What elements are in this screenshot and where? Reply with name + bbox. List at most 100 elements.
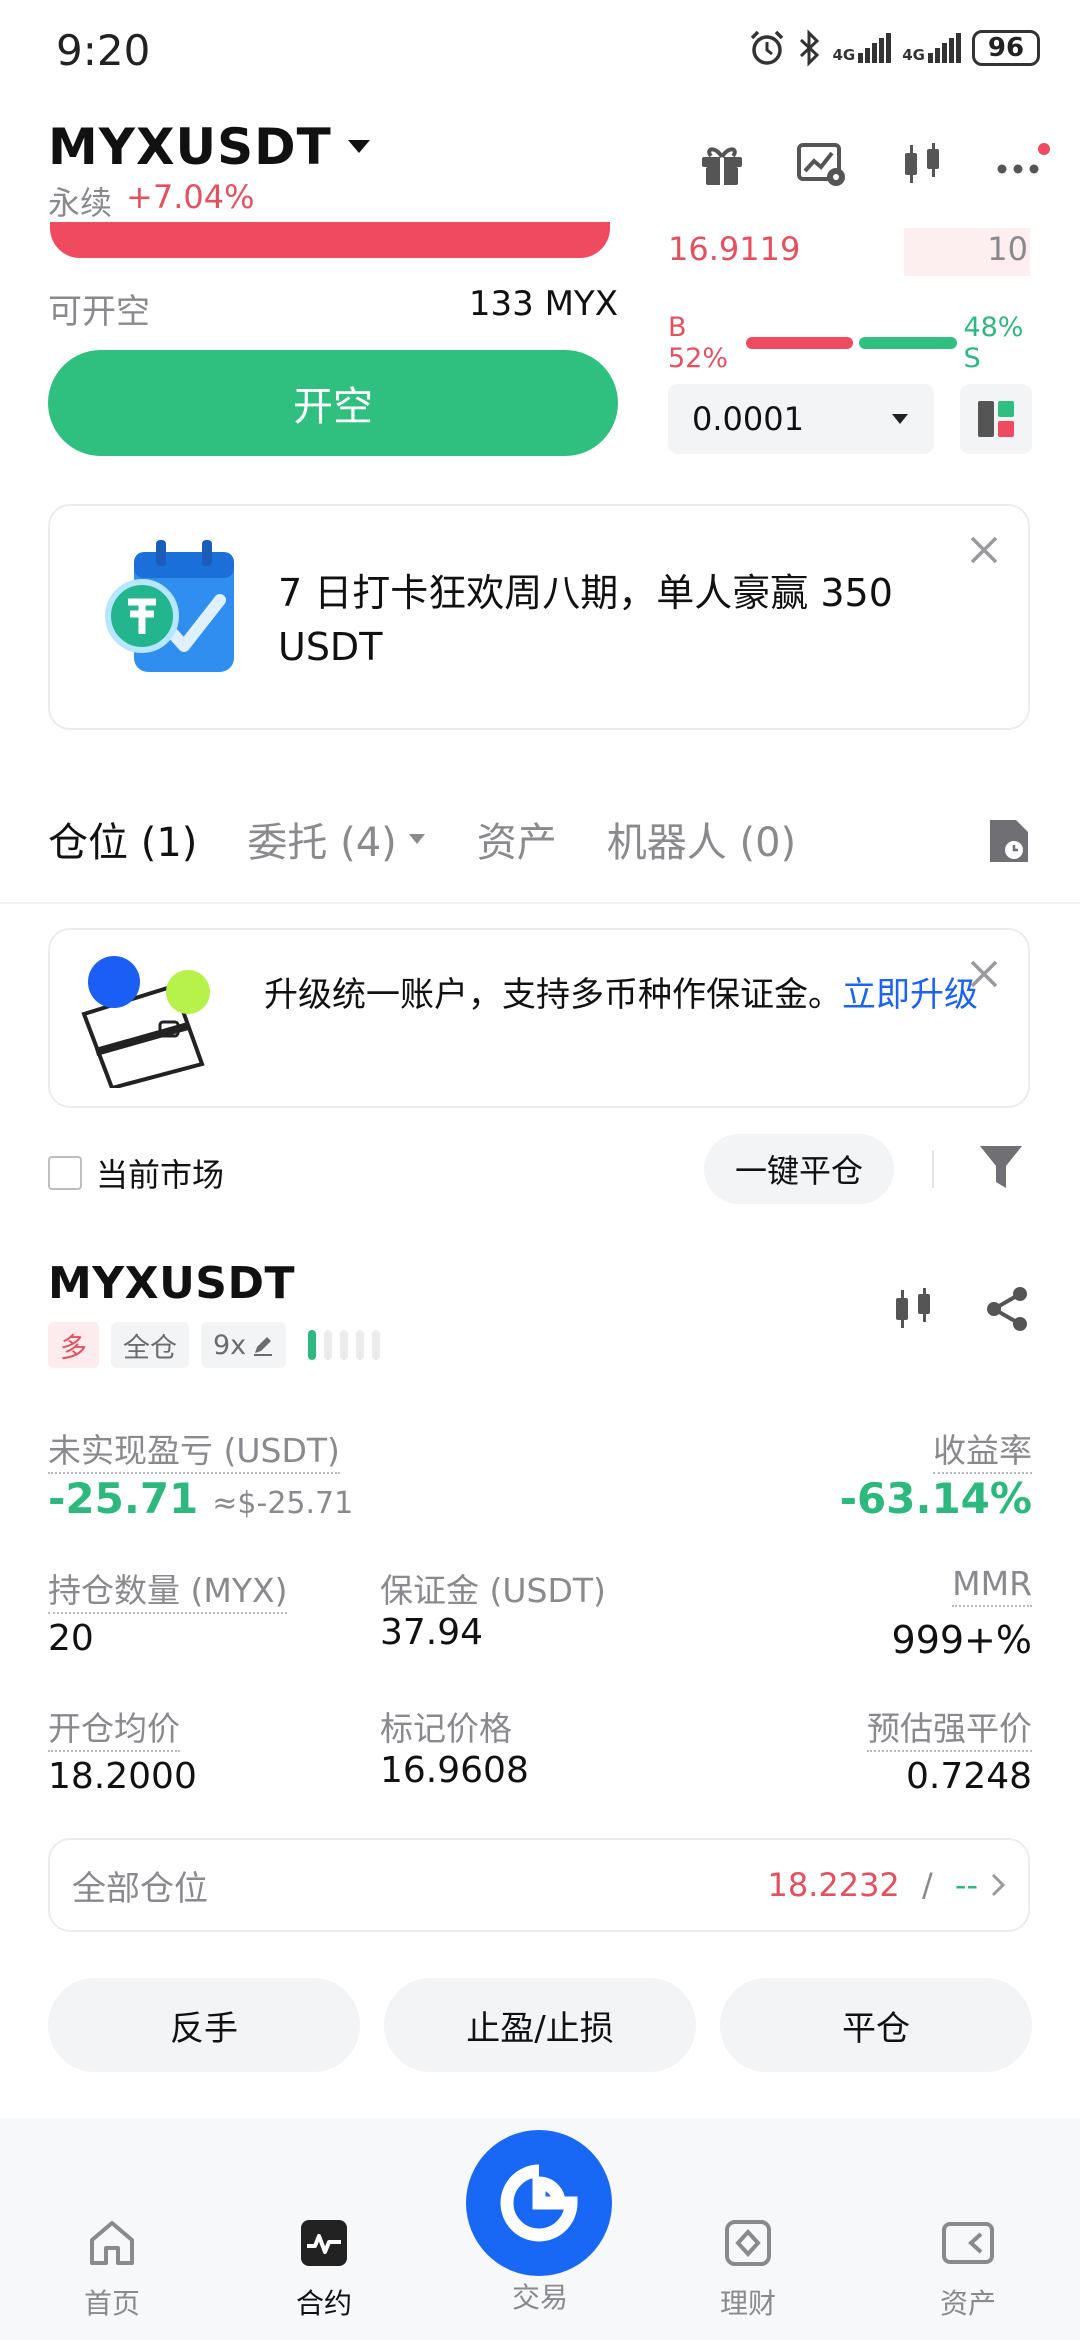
nav-futures[interactable]: 合约 [254,2218,394,2322]
upgrade-message: 升级统一账户，支持多币种作保证金。 [264,975,842,1015]
layout-icon [978,401,1014,437]
margin-mode-badge[interactable]: 全仓 [111,1322,189,1368]
position-actions [888,1284,1032,1334]
wallet-icon [81,956,210,1088]
more-icon[interactable] [994,136,1050,192]
margin-label: 保证金 (USDT) [380,1571,606,1610]
mmr-label[interactable]: MMR [952,1564,1032,1607]
nav-earn[interactable]: 理财 [678,2218,818,2322]
adl-bar [372,1330,381,1360]
upnl-label[interactable]: 未实现盈亏 (USDT) [48,1431,340,1474]
header-actions [694,136,1050,192]
tp-sl-button[interactable]: 止盈/止损 [384,1978,696,2072]
reverse-button[interactable]: 反手 [48,1978,360,2072]
caret-down-icon [408,834,425,844]
nav-earn-label: 理财 [719,2287,776,2320]
upnl-value: -25.71 [48,1474,199,1523]
orderbook-layout-button[interactable] [960,384,1032,454]
status-icons: 4G 4G 96 [747,28,1040,68]
futures-icon [301,2220,347,2266]
entry-price-label[interactable]: 开仓均价 [48,1709,180,1752]
candlestick-icon[interactable] [888,1284,938,1334]
quantity-value: 20 [48,1618,94,1659]
adl-bar [308,1330,317,1360]
gift-icon[interactable] [694,136,750,192]
close-icon[interactable] [968,958,1000,990]
price-change: +7.04% [126,178,255,216]
buy-sell-ratio: B 52% 48% S [668,312,1034,374]
available-short-label: 可开空 [48,292,150,332]
position-tags: 多 全仓 9x [48,1322,381,1368]
buy-ratio-label: B 52% [668,312,729,374]
side-badge: 多 [48,1322,99,1368]
nav-futures-label: 合约 [295,2287,352,2320]
promo-banner[interactable]: 7 日打卡狂欢周八期，单人豪赢 350 USDT [48,504,1030,730]
quantity-label[interactable]: 持仓数量 (MYX) [48,1571,288,1614]
liq-price-value: 0.7248 [906,1756,1032,1797]
caret-down-icon [347,140,370,153]
current-market-filter[interactable]: 当前市场 [48,1150,224,1196]
position-symbol[interactable]: MYXUSDT [48,1258,295,1309]
alarm-icon [750,30,783,65]
upgrade-link[interactable]: 立即升级 [842,975,978,1015]
current-market-label: 当前市场 [96,1156,225,1194]
filter-icon[interactable] [978,1144,1024,1192]
precision-select[interactable]: 0.0001 [668,384,934,454]
symbol-selector[interactable]: MYXUSDT [48,118,372,176]
current-market-checkbox[interactable] [48,1156,82,1190]
close-all-button[interactable]: 一键平仓 [704,1134,894,1204]
roe-value: -63.14% [839,1474,1032,1523]
orderbook-quantity: 10 [987,230,1028,268]
assets-icon [942,2222,994,2264]
leverage-badge[interactable]: 9x [201,1322,287,1368]
close-icon[interactable] [968,534,1000,566]
leverage-value: 9x [213,1329,247,1361]
nav-assets[interactable]: 资产 [898,2218,1038,2322]
status-time: 9:20 [56,26,151,75]
precision-value: 0.0001 [692,400,804,438]
home-icon [90,2221,134,2265]
chevron-right-icon [991,1873,1006,1897]
share-icon[interactable] [982,1284,1032,1334]
open-short-button[interactable]: 开空 [48,350,618,456]
caret-down-icon [892,414,908,424]
roe-label[interactable]: 收益率 [933,1431,1032,1474]
mark-price-label: 标记价格 [380,1709,512,1748]
symbol-name: MYXUSDT [48,118,332,176]
upnl-usd: ≈$-25.71 [212,1486,354,1521]
orderbook-price[interactable]: 16.9119 [668,230,800,268]
liq-price-label[interactable]: 预估强平价 [867,1709,1032,1752]
tab-assets[interactable]: 资产 [477,810,557,868]
upnl-row: -25.71 ≈$-25.71 [48,1474,353,1523]
history-icon[interactable] [986,816,1032,866]
nav-home[interactable]: 首页 [42,2218,182,2322]
tab-orders-label: 委托 (4) [247,820,397,866]
buy-ratio-bar [745,337,853,349]
signal-1-icon: 4G [833,33,893,63]
mark-price-value: 16.9608 [380,1750,529,1791]
nav-trade-button[interactable] [466,2130,612,2276]
battery-indicator: 96 [972,30,1040,66]
adl-bar [324,1330,333,1360]
all-positions-row[interactable]: 全部仓位 18.2232 / -- [48,1838,1030,1932]
chart-settings-icon[interactable] [794,136,850,192]
entry-price-value: 18.2000 [48,1756,197,1797]
sell-ratio-bar [858,337,958,349]
nav-home-label: 首页 [83,2287,140,2320]
trade-logo-icon [500,2164,578,2242]
order-button-partial[interactable] [50,222,610,258]
contract-type: 永续 [48,184,113,222]
adl-bar [340,1330,349,1360]
tab-bots[interactable]: 机器人 (0) [607,810,796,868]
tab-orders[interactable]: 委托 (4) [247,810,426,868]
tab-positions[interactable]: 仓位 (1) [48,810,197,868]
filter-divider [932,1150,934,1188]
edit-icon [254,1337,273,1356]
earn-icon [725,2220,771,2266]
all-positions-value: 18.2232 / -- [767,1866,1006,1904]
candlestick-icon[interactable] [894,136,950,192]
close-position-button[interactable]: 平仓 [720,1978,1032,2072]
upgrade-account-banner[interactable]: 升级统一账户，支持多币种作保证金。立即升级 [48,928,1030,1108]
available-short-value: 133 MYX [468,284,618,324]
nav-trade-label: 交易 [511,2281,568,2314]
